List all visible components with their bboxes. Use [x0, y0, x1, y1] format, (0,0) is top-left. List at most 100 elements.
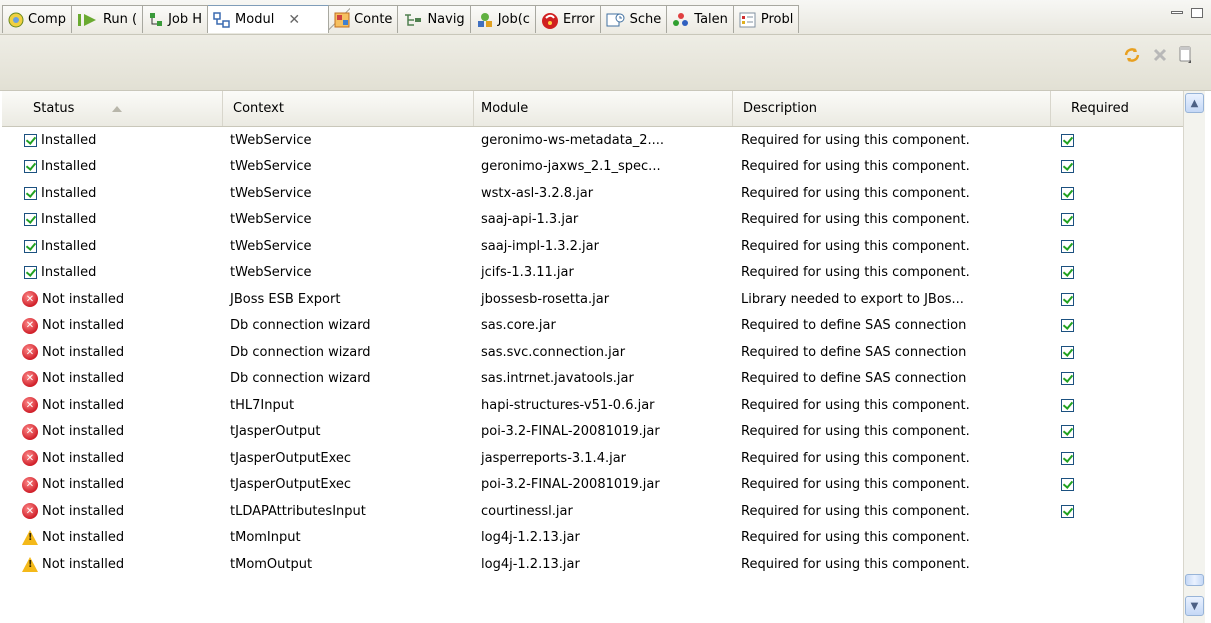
scroll-up-button[interactable]: ▲	[1185, 93, 1204, 113]
description-cell: Required for using this component.	[741, 159, 970, 175]
table-row[interactable]: Installed tWebService wstx-asl-3.2.8.jar Re…	[2, 180, 1183, 207]
vertical-scrollbar[interactable]: ▲ ▼	[1183, 91, 1205, 623]
required-cell	[1051, 419, 1183, 446]
context-cell: JBoss ESB Export	[230, 291, 341, 307]
status-cell: ✕ Not installed	[2, 313, 223, 340]
status-text: Installed	[41, 159, 97, 175]
view-tab-bar: Comp Run (Job H Modul ✕ Conte Navig Job(c Error…	[0, 0, 1211, 34]
table-row[interactable]: ✕ Not installed tJasperOutputExec poi-3.2-F…	[2, 472, 1183, 499]
scheduler-icon	[606, 12, 626, 28]
status-cell: ✕ Not installed	[2, 472, 223, 499]
installed-check-icon	[24, 133, 37, 147]
view-menu-icon	[1179, 46, 1191, 63]
required-check-icon	[1061, 425, 1074, 439]
tab-modules[interactable]: Modul ✕	[208, 5, 351, 34]
context-cell: tJasperOutputExec	[230, 450, 352, 466]
table-row[interactable]: Not installed tMomInput log4j-1.2.13.jar Re…	[2, 525, 1183, 552]
required-cell	[1051, 445, 1183, 472]
context-cell: tJasperOutput	[230, 424, 321, 440]
context-cell: tWebService	[230, 265, 312, 281]
table-row[interactable]: Installed tWebService geronimo-ws-metadata…	[2, 127, 1183, 154]
tab-label: Conte	[354, 12, 393, 27]
table-row[interactable]: Installed tWebService saaj-impl-1.3.2.jar R…	[2, 233, 1183, 260]
table-row[interactable]: ✕ Not installed Db connection wizard sas.in…	[2, 366, 1183, 393]
navigator-icon	[403, 12, 423, 28]
tab-run[interactable]: Run (	[71, 5, 144, 33]
status-cell: ✕ Not installed	[2, 286, 223, 313]
column-header-required[interactable]: Required	[1051, 91, 1183, 126]
context-cell: tWebService	[230, 238, 312, 254]
context-cell: tWebService	[230, 185, 312, 201]
status-text: Not installed	[42, 397, 125, 413]
tab-job[interactable]: Job(c	[470, 5, 536, 33]
table-row[interactable]: ✕ Not installed Db connection wizard sas.co…	[2, 313, 1183, 340]
table-row[interactable]: Not installed tMomOutput log4j-1.2.13.jar R…	[2, 551, 1183, 578]
required-check-icon	[1061, 160, 1074, 174]
tab-scheduler[interactable]: Sche	[600, 5, 668, 33]
installed-check-icon	[24, 186, 37, 200]
column-header-context[interactable]: Context	[223, 91, 474, 126]
job-icon	[476, 12, 494, 28]
tab-label: Sche	[629, 12, 662, 27]
module-cell: log4j-1.2.13.jar	[481, 556, 580, 572]
column-header-module[interactable]: Module	[474, 91, 733, 126]
modules-table: Status Context Module Description Requir…	[2, 91, 1183, 578]
table-row[interactable]: ✕ Not installed tLDAPAttributesInput courti…	[2, 498, 1183, 525]
column-label: Description	[743, 101, 818, 116]
maximize-button[interactable]	[1191, 8, 1203, 18]
error-icon: ✕	[22, 397, 38, 414]
tab-label: Navig	[427, 12, 465, 27]
module-cell: saaj-api-1.3.jar	[481, 212, 579, 228]
status-cell: Installed	[2, 154, 223, 181]
description-cell: Required for using this component.	[741, 477, 970, 493]
required-cell	[1051, 392, 1183, 419]
status-cell: ✕ Not installed	[2, 339, 223, 366]
minimize-button[interactable]	[1171, 11, 1183, 14]
table-row[interactable]: Installed tWebService geronimo-jaxws_2.1_s…	[2, 154, 1183, 181]
description-cell: Required to define SAS connection	[741, 371, 967, 387]
table-row[interactable]: ✕ Not installed tJasperOutputExec jasperrep…	[2, 445, 1183, 472]
column-header-description[interactable]: Description	[733, 91, 1051, 126]
table-row[interactable]: ✕ Not installed JBoss ESB Export jbossesb-r…	[2, 286, 1183, 313]
scroll-down-button[interactable]: ▼	[1185, 596, 1204, 616]
table-row[interactable]: ✕ Not installed tHL7Input hapi-structures-v…	[2, 392, 1183, 419]
table-row[interactable]: Installed tWebService saaj-api-1.3.jar Requ…	[2, 207, 1183, 234]
status-text: Not installed	[42, 424, 125, 440]
tab-talend[interactable]: Talen	[667, 5, 734, 33]
scroll-thumb[interactable]	[1185, 574, 1204, 586]
column-header-status[interactable]: Status	[2, 91, 223, 126]
context-cell: tLDAPAttributesInput	[230, 503, 366, 519]
required-cell	[1051, 472, 1183, 499]
tab-component[interactable]: Comp	[2, 5, 72, 33]
description-cell: Required for using this component.	[741, 424, 970, 440]
required-check-icon	[1061, 372, 1074, 386]
required-check-icon	[1061, 398, 1074, 412]
table-row[interactable]: Installed tWebService jcifs-1.3.11.jar Requ…	[2, 260, 1183, 287]
tab-label: Comp	[28, 12, 66, 27]
status-cell: Not installed	[2, 551, 223, 578]
required-cell	[1051, 154, 1183, 181]
view-menu-button[interactable]	[1175, 45, 1195, 65]
required-cell	[1051, 260, 1183, 287]
table-row[interactable]: ✕ Not installed Db connection wizard sas.sv…	[2, 339, 1183, 366]
remove-button[interactable]	[1150, 45, 1170, 65]
status-cell: Installed	[2, 233, 223, 260]
chevron-up-icon: ▲	[1190, 97, 1199, 109]
status-text: Not installed	[42, 530, 125, 546]
required-cell	[1051, 498, 1183, 525]
status-text: Not installed	[42, 318, 125, 334]
modules-toolbar	[0, 34, 1211, 91]
close-icon[interactable]: ✕	[288, 12, 300, 28]
tab-error-log[interactable]: Error	[535, 5, 601, 33]
required-check-icon	[1061, 186, 1074, 200]
run-icon	[77, 12, 99, 28]
context-cell: tWebService	[230, 212, 312, 228]
table-row[interactable]: ✕ Not installed tJasperOutput poi-3.2-FINAL…	[2, 419, 1183, 446]
status-text: Installed	[41, 212, 97, 228]
tab-job-hierarchy[interactable]: Job H	[143, 5, 209, 33]
refresh-button[interactable]	[1122, 45, 1142, 65]
status-cell: ✕ Not installed	[2, 366, 223, 393]
status-text: Not installed	[42, 450, 125, 466]
tab-problems[interactable]: Probl	[733, 5, 800, 33]
tab-navigator[interactable]: Navig	[398, 5, 471, 33]
